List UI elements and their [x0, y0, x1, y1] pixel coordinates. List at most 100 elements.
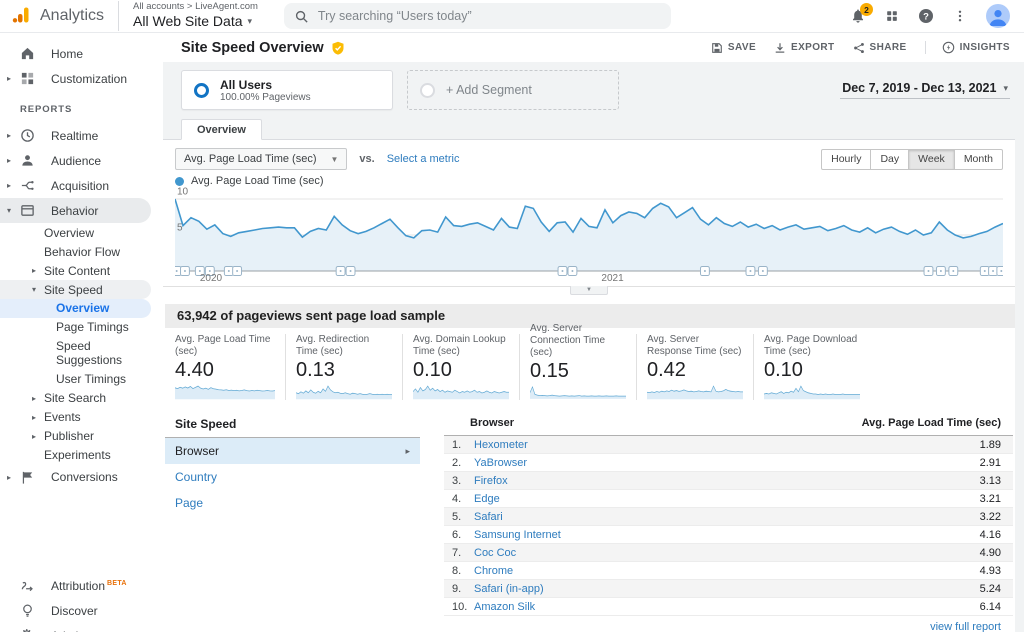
scorecard-label[interactable]: Avg. Page Load Time (sec)	[175, 334, 275, 358]
scorecard-label[interactable]: Avg. Redirection Time (sec)	[296, 334, 392, 358]
scorecard-label[interactable]: Avg. Page Download Time (sec)	[764, 334, 860, 358]
notifications-button[interactable]: 2	[850, 8, 866, 24]
property-selector[interactable]: All accounts > LiveAgent.com All Web Sit…	[118, 1, 272, 30]
dimension-item-page[interactable]: Page	[165, 490, 420, 516]
report-panel: Avg. Page Load Time (sec) ▼ vs. Select a…	[163, 140, 1015, 632]
sidebar-item-user-timings[interactable]: User Timings	[0, 370, 163, 389]
row-rank: 4.	[452, 493, 474, 505]
sidebar-item-experiments[interactable]: Experiments	[0, 446, 163, 465]
browser-link[interactable]: Edge	[474, 493, 980, 505]
select-metric-link[interactable]: Select a metric	[387, 153, 460, 165]
sidebar-item-realtime[interactable]: ▸Realtime	[0, 123, 163, 148]
more-options-icon[interactable]	[953, 9, 967, 23]
granularity-week-button[interactable]: Week	[909, 149, 955, 170]
table-row-safari: 5.Safari3.22	[444, 508, 1013, 526]
row-rank: 5.	[452, 511, 474, 523]
property-name: All Web Site Data	[133, 13, 242, 29]
sidebar-item-behavior[interactable]: ▾Behavior	[0, 198, 151, 223]
sidebar-item-admin[interactable]: ⚙Admin	[0, 623, 163, 632]
sidebar-item-audience[interactable]: ▸Audience	[0, 148, 163, 173]
browser-link[interactable]: Samsung Internet	[474, 529, 980, 541]
segment-ring-icon	[194, 83, 209, 98]
sidebar-item-label: Speed Suggestions	[56, 339, 153, 368]
granularity-day-button[interactable]: Day	[871, 149, 909, 170]
chevron-right-icon: ▸	[32, 413, 44, 422]
report-actions: SAVE EXPORT SHARE INSIGHTS	[711, 41, 1010, 54]
action-insights-button[interactable]: INSIGHTS	[925, 41, 1010, 54]
sidebar-item-acquisition[interactable]: ▸Acquisition	[0, 173, 163, 198]
sidebar-bottom-items: AttributionBETA Discover⚙Admin	[0, 573, 163, 632]
sidebar-item-behavior-flow[interactable]: Behavior Flow	[0, 242, 163, 261]
sidebar-item-site-content[interactable]: ▸Site Content	[0, 261, 163, 280]
avatar[interactable]	[986, 4, 1010, 28]
sidebar-item-attribution[interactable]: AttributionBETA	[0, 573, 163, 598]
table-row-samsung-internet: 6.Samsung Internet4.16	[444, 526, 1013, 544]
browser-link[interactable]: Hexometer	[474, 439, 980, 451]
sidebar-item-conversions[interactable]: ▸Conversions	[0, 465, 163, 490]
sidebar-item-overview[interactable]: Overview	[0, 223, 163, 242]
analytics-home-link[interactable]: Analytics	[0, 5, 118, 28]
browser-link[interactable]: YaBrowser	[474, 457, 980, 469]
segment-all-users[interactable]: All Users 100.00% Pageviews	[181, 70, 393, 110]
metric-selector-dropdown[interactable]: Avg. Page Load Time (sec) ▼	[175, 148, 347, 170]
analytics-logo-icon	[10, 5, 32, 28]
browser-link[interactable]: Safari	[474, 511, 980, 523]
action-save-button[interactable]: SAVE	[711, 42, 756, 54]
add-segment-button[interactable]: + Add Segment	[407, 70, 619, 110]
sidebar-item-site-search[interactable]: ▸Site Search	[0, 389, 163, 408]
tab-overview[interactable]: Overview	[181, 119, 262, 140]
browser-table: Browser Avg. Page Load Time (sec) 1.Hexo…	[444, 414, 1013, 632]
legend-dot-icon	[175, 177, 184, 186]
scorecard-label[interactable]: Avg. Domain Lookup Time (sec)	[413, 334, 509, 358]
view-full-report-link[interactable]: view full report	[444, 616, 1013, 632]
global-search[interactable]	[284, 3, 671, 29]
sidebar-item-speed-suggestions[interactable]: Speed Suggestions	[0, 337, 163, 370]
sidebar-item-home[interactable]: Home	[0, 41, 163, 66]
help-icon[interactable]: ?	[918, 8, 934, 24]
scorecard-label[interactable]: Avg. Server Connection Time (sec)	[530, 334, 626, 359]
search-input[interactable]	[318, 9, 661, 23]
granularity-month-button[interactable]: Month	[955, 149, 1003, 170]
scorecard-value: 0.42	[647, 359, 743, 382]
chevron-right-icon: ▸	[7, 473, 11, 482]
browser-link[interactable]: Chrome	[474, 565, 980, 577]
sidebar-section-label: REPORTS	[0, 91, 163, 123]
timeseries-chart	[175, 188, 1003, 283]
sidebar-item-page-timings[interactable]: Page Timings	[0, 318, 163, 337]
table-row-coc-coc: 7.Coc Coc4.90	[444, 544, 1013, 562]
admin-icon: ⚙	[20, 628, 36, 632]
granularity-hourly-button[interactable]: Hourly	[821, 149, 871, 170]
sidebar-item-label: Home	[51, 47, 83, 61]
chevron-right-icon: ▸	[7, 181, 11, 190]
notification-badge: 2	[860, 3, 873, 16]
sidebar-item-customization[interactable]: ▸Customization	[0, 66, 163, 91]
browser-link[interactable]: Coc Coc	[474, 547, 980, 559]
sidebar-item-site-speed[interactable]: ▾Site Speed	[0, 280, 151, 299]
scorecard-value: 0.10	[764, 359, 860, 382]
sidebar-item-publisher[interactable]: ▸Publisher	[0, 427, 163, 446]
sidebar-item-overview[interactable]: Overview	[0, 299, 151, 318]
google-apps-icon[interactable]	[885, 9, 899, 23]
sidebar-item-label: Events	[44, 410, 81, 424]
table-row-chrome: 8.Chrome4.93	[444, 562, 1013, 580]
scorecard-label[interactable]: Avg. Server Response Time (sec)	[647, 334, 743, 358]
action-export-button[interactable]: EXPORT	[774, 42, 835, 54]
dimension-item-browser[interactable]: Browser▸	[165, 438, 420, 464]
sidebar-item-events[interactable]: ▸Events	[0, 408, 163, 427]
acquisition-icon	[20, 178, 36, 193]
dimension-item-country[interactable]: Country	[165, 464, 420, 490]
sidebar-item-label: AttributionBETA	[51, 579, 127, 593]
sidebar-item-discover[interactable]: Discover	[0, 598, 163, 623]
browser-link[interactable]: Safari (in-app)	[474, 583, 980, 595]
action-share-button[interactable]: SHARE	[853, 42, 907, 54]
sidebar-item-label: User Timings	[56, 372, 126, 386]
row-value: 3.21	[980, 493, 1001, 505]
date-range-selector[interactable]: Dec 7, 2019 - Dec 13, 2021 ▾	[840, 81, 1010, 99]
annotations-collapse-button[interactable]: ▼	[570, 286, 608, 295]
browser-link[interactable]: Amazon Silk	[474, 601, 980, 613]
browser-link[interactable]: Firefox	[474, 475, 980, 487]
dimension-list: Browser▸CountryPage	[165, 438, 420, 516]
dimension-panel-header: Site Speed	[165, 414, 420, 438]
segments-bar: All Users 100.00% Pageviews + Add Segmen…	[163, 62, 1024, 118]
insights-icon	[942, 41, 955, 54]
